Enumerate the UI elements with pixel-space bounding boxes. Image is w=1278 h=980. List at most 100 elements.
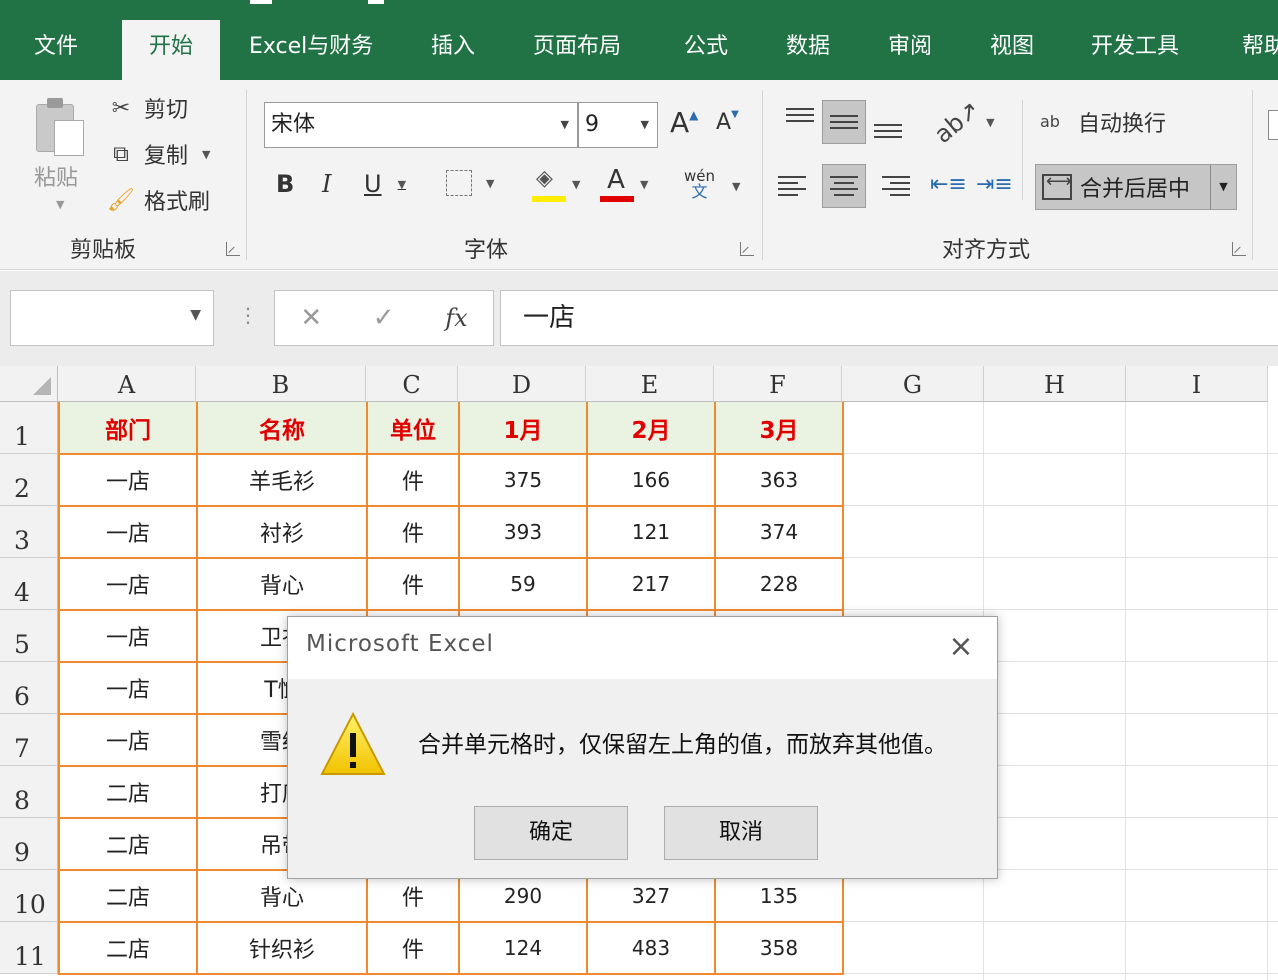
cell-b11[interactable]: 针织衫 bbox=[196, 921, 368, 975]
tab-home[interactable]: 开始 bbox=[122, 20, 220, 80]
top-align-button[interactable] bbox=[778, 100, 822, 144]
formula-input[interactable]: 一店 bbox=[500, 290, 1278, 346]
header-cell-e1[interactable]: 2月 bbox=[586, 402, 716, 455]
shrink-font-button[interactable]: A ▼ bbox=[716, 109, 739, 135]
merge-center-button[interactable]: 合并后居中 ▼ bbox=[1035, 164, 1237, 210]
row-header-1[interactable]: 1 bbox=[0, 402, 58, 454]
tab-excel-finance[interactable]: Excel与财务 bbox=[249, 24, 373, 80]
align-center-button[interactable] bbox=[822, 164, 866, 208]
grow-font-button[interactable]: A ▲ bbox=[670, 106, 698, 139]
cell-d3[interactable]: 393 bbox=[458, 505, 588, 559]
cell-c11[interactable]: 件 bbox=[366, 921, 460, 975]
cell-a8[interactable]: 二店 bbox=[58, 765, 198, 819]
copy-dropdown-arrow[interactable]: ▼ bbox=[202, 148, 210, 161]
header-cell-d1[interactable]: 1月 bbox=[458, 402, 588, 455]
column-header-e[interactable]: E bbox=[586, 366, 714, 402]
font-color-button[interactable]: A ▼ bbox=[598, 166, 648, 202]
tab-view[interactable]: 视图 bbox=[990, 24, 1034, 80]
paste-dropdown-arrow[interactable]: ▼ bbox=[56, 198, 64, 211]
clipboard-dialog-launcher-icon[interactable] bbox=[226, 242, 240, 256]
select-all-button[interactable] bbox=[0, 366, 58, 402]
phonetic-button[interactable]: wén 文 bbox=[684, 168, 715, 200]
column-header-f[interactable]: F bbox=[714, 366, 842, 402]
tab-review[interactable]: 审阅 bbox=[888, 24, 932, 80]
column-header-c[interactable]: C bbox=[366, 366, 458, 402]
tab-insert[interactable]: 插入 bbox=[431, 24, 475, 80]
decrease-indent-button[interactable]: ⇤≡ bbox=[930, 172, 967, 197]
font-color-dropdown-arrow[interactable]: ▼ bbox=[640, 178, 648, 191]
cell-f2[interactable]: 363 bbox=[714, 453, 844, 507]
orientation-button[interactable]: ab↗ ▼ bbox=[929, 95, 995, 149]
merge-dropdown-arrow[interactable]: ▼ bbox=[1210, 165, 1236, 209]
header-cell-f1[interactable]: 3月 bbox=[714, 402, 844, 455]
row-header-10[interactable]: 10 bbox=[0, 870, 58, 922]
chevron-down-icon[interactable]: ▼ bbox=[641, 103, 649, 147]
copy-button[interactable]: ⧉ 复制 ▼ bbox=[106, 136, 210, 172]
row-header-6[interactable]: 6 bbox=[0, 662, 58, 714]
cell-b3[interactable]: 衬衫 bbox=[196, 505, 368, 559]
cell-c3[interactable]: 件 bbox=[366, 505, 460, 559]
font-dialog-launcher-icon[interactable] bbox=[740, 242, 754, 256]
row-header-5[interactable]: 5 bbox=[0, 610, 58, 662]
increase-indent-button[interactable]: ⇥≡ bbox=[976, 172, 1013, 197]
alignment-dialog-launcher-icon[interactable] bbox=[1232, 242, 1246, 256]
tab-help[interactable]: 帮助 bbox=[1242, 24, 1278, 80]
align-right-button[interactable] bbox=[866, 164, 910, 208]
cell-a7[interactable]: 一店 bbox=[58, 713, 198, 767]
row-header-7[interactable]: 7 bbox=[0, 714, 58, 766]
orientation-dropdown-arrow[interactable]: ▼ bbox=[986, 116, 994, 129]
bottom-align-button[interactable] bbox=[866, 100, 910, 144]
cell-e3[interactable]: 121 bbox=[586, 505, 716, 559]
cell-e2[interactable]: 166 bbox=[586, 453, 716, 507]
wrap-text-button[interactable]: ab 自动换行 bbox=[1040, 106, 1166, 138]
chevron-down-icon[interactable]: ▼ bbox=[190, 307, 201, 323]
column-header-h[interactable]: H bbox=[984, 366, 1126, 402]
enter-icon[interactable]: ✓ bbox=[373, 303, 395, 333]
cell-b2[interactable]: 羊毛衫 bbox=[196, 453, 368, 507]
header-cell-c1[interactable]: 单位 bbox=[366, 402, 460, 455]
cell-a9[interactable]: 二店 bbox=[58, 817, 198, 871]
paste-button[interactable]: 粘贴 ▼ bbox=[30, 96, 92, 211]
close-icon[interactable]: × bbox=[941, 627, 981, 667]
cell-a5[interactable]: 一店 bbox=[58, 609, 198, 663]
row-header-2[interactable]: 2 bbox=[0, 454, 58, 506]
font-size-combo[interactable]: 9 ▼ bbox=[578, 102, 658, 148]
tab-data[interactable]: 数据 bbox=[786, 24, 830, 80]
bold-button[interactable]: B bbox=[276, 170, 294, 198]
cell-a4[interactable]: 一店 bbox=[58, 557, 198, 611]
cell-e11[interactable]: 483 bbox=[586, 921, 716, 975]
header-cell-a1[interactable]: 部门 bbox=[58, 402, 198, 455]
cell-a2[interactable]: 一店 bbox=[58, 453, 198, 507]
phonetic-dropdown-arrow[interactable]: ▼ bbox=[732, 180, 740, 193]
row-header-11[interactable]: 11 bbox=[0, 922, 58, 974]
header-cell-b1[interactable]: 名称 bbox=[196, 402, 368, 455]
column-header-g[interactable]: G bbox=[842, 366, 984, 402]
cell-f4[interactable]: 228 bbox=[714, 557, 844, 611]
ok-button[interactable]: 确定 bbox=[474, 806, 628, 860]
format-painter-button[interactable]: 🖌 格式刷 bbox=[106, 182, 210, 218]
cancel-button[interactable]: 取消 bbox=[664, 806, 818, 860]
cell-c2[interactable]: 件 bbox=[366, 453, 460, 507]
borders-dropdown-arrow[interactable]: ▼ bbox=[486, 177, 494, 190]
underline-dropdown-arrow[interactable]: ▼ bbox=[398, 178, 406, 191]
tab-developer[interactable]: 开发工具 bbox=[1091, 24, 1179, 80]
insert-function-button[interactable]: fx bbox=[445, 304, 467, 332]
cell-d2[interactable]: 375 bbox=[458, 453, 588, 507]
chevron-down-icon[interactable]: ▼ bbox=[561, 103, 569, 147]
cell-c4[interactable]: 件 bbox=[366, 557, 460, 611]
underline-button[interactable]: U ▼ bbox=[364, 170, 406, 198]
cell-d4[interactable]: 59 bbox=[458, 557, 588, 611]
cell-b4[interactable]: 背心 bbox=[196, 557, 368, 611]
row-header-9[interactable]: 9 bbox=[0, 818, 58, 870]
font-name-combo[interactable]: 宋体 ▼ bbox=[264, 102, 578, 148]
row-header-4[interactable]: 4 bbox=[0, 558, 58, 610]
cell-a3[interactable]: 一店 bbox=[58, 505, 198, 559]
cell-a10[interactable]: 二店 bbox=[58, 869, 198, 923]
column-header-i[interactable]: I bbox=[1126, 366, 1268, 402]
cell-e4[interactable]: 217 bbox=[586, 557, 716, 611]
italic-button[interactable]: I bbox=[322, 170, 331, 198]
fill-color-dropdown-arrow[interactable]: ▼ bbox=[572, 178, 580, 191]
fill-color-button[interactable]: ◈ ▼ bbox=[530, 166, 580, 202]
row-header-3[interactable]: 3 bbox=[0, 506, 58, 558]
cell-a11[interactable]: 二店 bbox=[58, 921, 198, 975]
